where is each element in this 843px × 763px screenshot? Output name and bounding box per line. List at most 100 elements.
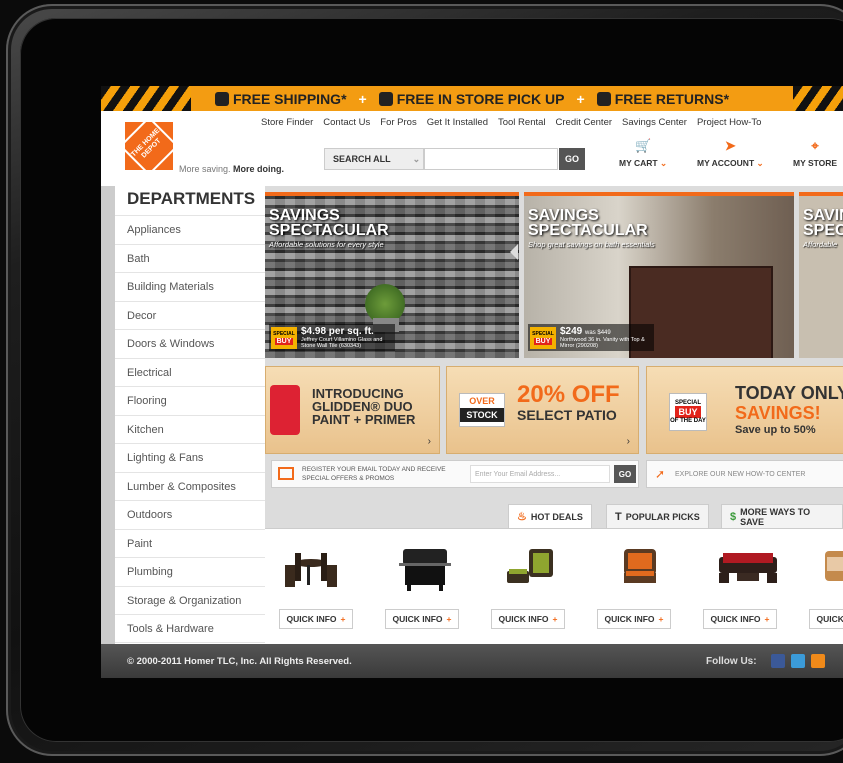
my-cart-button[interactable]: 🛒 MY CART ⌄ bbox=[619, 138, 667, 169]
tagline: More saving. More doing. bbox=[179, 164, 285, 174]
mail-icon bbox=[278, 467, 294, 480]
promo-tile-patio[interactable]: OVER STOCK 20% OFF SELECT PATIO › bbox=[446, 366, 639, 454]
search-go-button[interactable]: GO bbox=[559, 148, 585, 170]
dept-plumbing[interactable]: Plumbing bbox=[115, 557, 265, 586]
plus-icon: + bbox=[446, 614, 452, 624]
quick-info-button[interactable]: QUICK INFO+ bbox=[385, 609, 459, 629]
email-signup-label: REGISTER YOUR EMAIL TODAY AND RECEIVE SP… bbox=[302, 466, 446, 482]
promo-banner[interactable]: FREE SHIPPING* + FREE IN STORE PICK UP +… bbox=[101, 86, 843, 111]
dept-doors-windows[interactable]: Doors & Windows bbox=[115, 329, 265, 358]
thumbtack-icon: T bbox=[615, 510, 622, 523]
promo-returns: FREE RETURNS* bbox=[596, 91, 729, 107]
orange-lounge-chair-image[interactable] bbox=[610, 543, 670, 593]
hazard-stripe-right bbox=[793, 86, 843, 111]
footer: © 2000-2011 Homer TLC, Inc. All Rights R… bbox=[101, 644, 843, 678]
dept-electrical[interactable]: Electrical bbox=[115, 357, 265, 387]
pickup-icon bbox=[378, 91, 393, 106]
paint-can-image bbox=[270, 385, 300, 435]
side-strip bbox=[101, 186, 115, 644]
promo-tile-text: INTRODUCING GLIDDEN® DUO PAINT + PRIMER bbox=[312, 386, 416, 427]
departments-list: Appliances Bath Building Materials Decor… bbox=[115, 215, 265, 643]
nav-get-it-installed[interactable]: Get It Installed bbox=[427, 117, 488, 128]
promo-plus: + bbox=[576, 90, 585, 107]
dept-lumber-composites[interactable]: Lumber & Composites bbox=[115, 471, 265, 501]
follow-us-label: Follow Us: bbox=[706, 656, 757, 667]
search-input[interactable] bbox=[424, 148, 558, 170]
patio-chair-ottoman-image[interactable] bbox=[503, 543, 563, 593]
how-to-center-link[interactable]: ➚ EXPLORE OUR NEW HOW-TO CENTER bbox=[646, 460, 843, 488]
hot-deals-products: QUICK INFO + QUICK INFO + QUICK INFO + QUIC… bbox=[265, 528, 843, 645]
quick-info-button[interactable]: QUICK INFO+ bbox=[279, 609, 353, 629]
search-scope-select[interactable]: SEARCH ALL ⌄ bbox=[324, 148, 424, 170]
promo-tile-today-only[interactable]: SPECIAL BUY OF THE DAY TODAY ONLY SAVINGS!… bbox=[646, 366, 843, 454]
nav-project-how-to[interactable]: Project How-To bbox=[697, 117, 761, 128]
dept-paint[interactable]: Paint bbox=[115, 528, 265, 558]
grill-image[interactable] bbox=[395, 543, 455, 593]
dept-building-materials[interactable]: Building Materials bbox=[115, 272, 265, 301]
quick-info-button[interactable]: QUICK INFO+ bbox=[809, 609, 843, 629]
promo-pickup: FREE IN STORE PICK UP bbox=[378, 91, 565, 107]
nav-savings-center[interactable]: Savings Center bbox=[622, 117, 687, 128]
quick-info-button[interactable]: QUICK INFO+ bbox=[491, 609, 565, 629]
banner-subtitle: Affordable bbox=[803, 240, 838, 249]
tab-hot-deals[interactable]: ♨ HOT DEALS bbox=[508, 504, 592, 528]
my-account-button[interactable]: ➤ MY ACCOUNT ⌄ bbox=[697, 138, 764, 169]
tab-popular-picks[interactable]: T POPULAR PICKS bbox=[606, 504, 709, 528]
rss-icon[interactable] bbox=[811, 654, 825, 668]
plus-icon: + bbox=[658, 614, 664, 624]
red-patio-sectional-image[interactable] bbox=[715, 543, 781, 593]
dept-tools-hardware[interactable]: Tools & Hardware bbox=[115, 614, 265, 643]
promo-savings: SAVINGS! bbox=[735, 403, 821, 423]
banner-subtitle: Shop great savings on bath essentials bbox=[528, 240, 655, 249]
banner-price-tag: SPECIAL BUY $4.98 per sq. ft. Jeffrey Cou… bbox=[269, 324, 395, 351]
dept-flooring[interactable]: Flooring bbox=[115, 386, 265, 415]
email-go-button[interactable]: GO bbox=[614, 465, 636, 483]
banner-price: $4.98 per sq. ft. bbox=[301, 326, 374, 337]
facebook-icon[interactable] bbox=[771, 654, 785, 668]
dept-storage-organization[interactable]: Storage & Organization bbox=[115, 585, 265, 615]
banner-title: SAVINGS SPECTACULAR bbox=[803, 207, 843, 239]
carousel-prev-arrow[interactable] bbox=[510, 244, 518, 260]
special-buy-of-day-badge: SPECIAL BUY OF THE DAY bbox=[669, 393, 707, 431]
my-store-button[interactable]: ⌖ MY STORE bbox=[793, 138, 837, 168]
chevron-down-icon: ⌄ bbox=[659, 158, 668, 168]
nav-credit-center[interactable]: Credit Center bbox=[556, 117, 613, 128]
shipping-icon bbox=[214, 91, 229, 106]
tab-more-ways-to-save[interactable]: $ MORE WAYS TO SAVE bbox=[721, 504, 843, 528]
hero-banner-vanity[interactable]: SAVINGS SPECTACULAR Shop great savings o… bbox=[524, 192, 794, 358]
nav-store-finder[interactable]: Store Finder bbox=[261, 117, 313, 128]
banner-product-desc: Northwood 36 in. Vanity with Top & Mirro… bbox=[560, 337, 645, 349]
dept-appliances[interactable]: Appliances bbox=[115, 215, 265, 244]
banner-title: SAVINGS SPECTACULAR bbox=[528, 207, 648, 239]
twitter-icon[interactable] bbox=[791, 654, 805, 668]
special-buy-badge: SPECIAL BUY bbox=[530, 326, 556, 349]
email-input[interactable]: Enter Your Email Address... bbox=[470, 465, 610, 483]
dept-bath[interactable]: Bath bbox=[115, 243, 265, 273]
quick-info-button[interactable]: QUICK INFO+ bbox=[703, 609, 777, 629]
departments-title: DEPARTMENTS bbox=[115, 186, 265, 212]
nav-tool-rental[interactable]: Tool Rental bbox=[498, 117, 546, 128]
dept-outdoors[interactable]: Outdoors bbox=[115, 500, 265, 529]
quick-info-button[interactable]: QUICK INFO+ bbox=[597, 609, 671, 629]
logo-text: THE HOME DEPOT bbox=[119, 116, 179, 176]
promo-discount: 20% OFF bbox=[517, 381, 620, 408]
copyright-text: © 2000-2011 Homer TLC, Inc. All Rights R… bbox=[127, 656, 352, 667]
chevron-right-icon: › bbox=[626, 436, 630, 447]
dept-kitchen[interactable]: Kitchen bbox=[115, 414, 265, 444]
patio-dining-set-image[interactable] bbox=[281, 543, 341, 593]
returns-icon bbox=[596, 91, 611, 106]
utility-nav: Store Finder Contact Us For Pros Get It … bbox=[261, 117, 761, 128]
banner-subtitle: Affordable solutions for every style bbox=[269, 240, 384, 249]
cart-icon: 🛒 bbox=[634, 138, 652, 153]
wicker-chair-image[interactable] bbox=[821, 543, 843, 593]
flame-icon: ♨ bbox=[517, 511, 527, 523]
nav-contact-us[interactable]: Contact Us bbox=[323, 117, 370, 128]
hero-banner-partial[interactable]: SAVINGS SPECTACULAR Affordable bbox=[799, 192, 843, 358]
store-icon: ⌖ bbox=[811, 138, 819, 153]
promo-tile-glidden[interactable]: INTRODUCING GLIDDEN® DUO PAINT + PRIMER … bbox=[265, 366, 440, 454]
home-depot-logo[interactable]: THE HOME DEPOT bbox=[119, 116, 179, 176]
dept-decor[interactable]: Decor bbox=[115, 300, 265, 330]
dept-lighting-fans[interactable]: Lighting & Fans bbox=[115, 443, 265, 472]
nav-for-pros[interactable]: For Pros bbox=[380, 117, 416, 128]
hero-banner-tile[interactable]: SAVINGS SPECTACULAR Affordable solutions… bbox=[265, 192, 519, 358]
